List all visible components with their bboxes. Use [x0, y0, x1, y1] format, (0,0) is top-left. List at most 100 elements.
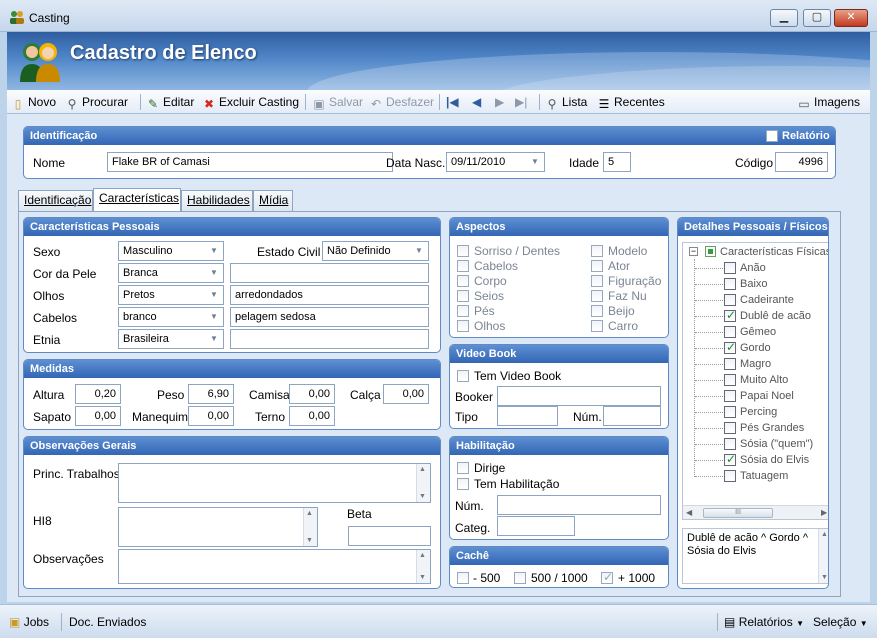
aspecto-left-5-checkbox[interactable] [457, 320, 469, 332]
idade-input[interactable]: 5 [603, 152, 631, 172]
tree-item-1-checkbox[interactable] [724, 278, 736, 290]
scroll-down-icon[interactable]: ▼ [306, 537, 313, 544]
scroll-right-icon[interactable]: ▶ [821, 508, 827, 517]
lista-button[interactable]: ⚲ Lista [545, 94, 588, 111]
princ-trabalhos-textarea[interactable]: ▲ ▼ [118, 463, 431, 503]
novo-button[interactable]: ▯ Novo [11, 94, 56, 111]
scrollbar[interactable]: ▲ ▼ [416, 464, 430, 502]
cor-pele-select[interactable]: Branca ▼ [118, 263, 224, 283]
next-record-button[interactable]: ▶ [495, 94, 504, 110]
previous-record-button[interactable]: ◀ [472, 94, 481, 110]
jobs-button[interactable]: ▣ Jobs [9, 615, 49, 629]
maximize-button[interactable]: ▢ [803, 9, 831, 27]
terno-input[interactable]: 0,00 [289, 406, 335, 426]
scroll-thumb[interactable]: III [703, 508, 773, 518]
codigo-input[interactable]: 4996 [775, 152, 828, 172]
tree-item-12-checkbox[interactable] [724, 452, 736, 466]
cache-menos-500-checkbox[interactable] [457, 572, 469, 584]
aspecto-right-4-checkbox[interactable] [591, 305, 603, 317]
tem-video-book-checkbox[interactable] [457, 370, 469, 382]
cabelos-select[interactable]: branco ▼ [118, 307, 224, 327]
cache-500-1000-checkbox[interactable] [514, 572, 526, 584]
scrollbar[interactable]: ▲ ▼ [818, 529, 828, 583]
sexo-select[interactable]: Masculino ▼ [118, 241, 224, 261]
caracteristicas-tree[interactable]: − Características Físicas ◀ III ▶ Anão Ba… [682, 242, 828, 520]
aspecto-right-1-checkbox[interactable] [591, 260, 603, 272]
observacoes-textarea[interactable]: ▲ ▼ [118, 549, 431, 584]
olhos-detail-input[interactable]: arredondados [230, 285, 429, 305]
scroll-left-icon[interactable]: ◀ [686, 508, 692, 517]
tree-item-11-checkbox[interactable] [724, 438, 736, 450]
tree-item-6-checkbox[interactable] [724, 358, 736, 370]
tree-item-0-checkbox[interactable] [724, 262, 736, 274]
scrollbar[interactable]: ▲ ▼ [416, 550, 430, 583]
tab-midia[interactable]: Mídia [253, 190, 293, 211]
scroll-up-icon[interactable]: ▲ [821, 531, 828, 538]
tab-identificacao[interactable]: Identificação [18, 190, 93, 211]
aspecto-left-4-checkbox[interactable] [457, 305, 469, 317]
tree-item-5-checkbox[interactable] [724, 340, 736, 354]
scroll-down-icon[interactable]: ▼ [821, 574, 828, 581]
dirige-checkbox[interactable] [457, 462, 469, 474]
close-button[interactable]: ✕ [834, 9, 868, 27]
selecao-menu[interactable]: Seleção ▼ [813, 615, 868, 629]
calca-input[interactable]: 0,00 [383, 384, 429, 404]
aspecto-right-0-checkbox[interactable] [591, 245, 603, 257]
relatorio-checkbox[interactable] [766, 130, 778, 142]
tree-hscrollbar[interactable]: ◀ III ▶ [683, 505, 828, 519]
data-nasc-picker[interactable]: 09/11/2010 ▼ [446, 152, 545, 172]
cor-pele-detail-input[interactable] [230, 263, 429, 283]
salvar-button[interactable]: ▣ Salvar [312, 94, 363, 111]
scroll-up-icon[interactable]: ▲ [306, 510, 313, 517]
aspecto-left-3-checkbox[interactable] [457, 290, 469, 302]
tab-caracteristicas[interactable]: Características [93, 188, 181, 211]
aspecto-left-0-checkbox[interactable] [457, 245, 469, 257]
relatorios-menu[interactable]: ▤ Relatórios ▼ [724, 615, 804, 629]
tree-item-8-checkbox[interactable] [724, 390, 736, 402]
cabelos-detail-input[interactable]: pelagem sedosa [230, 307, 429, 327]
tab-habilidades[interactable]: Habilidades [181, 190, 253, 211]
hab-num-input[interactable] [497, 495, 661, 515]
tree-item-7-checkbox[interactable] [724, 374, 736, 386]
aspecto-left-2-checkbox[interactable] [457, 275, 469, 287]
num-input[interactable] [603, 406, 661, 426]
nome-input[interactable]: Flake BR of Camasi [107, 152, 393, 172]
etnia-detail-input[interactable] [230, 329, 429, 349]
editar-button[interactable]: ✎ Editar [146, 94, 194, 111]
olhos-select[interactable]: Pretos ▼ [118, 285, 224, 305]
procurar-button[interactable]: ⚲ Procurar [65, 94, 128, 111]
tree-collapse-icon[interactable]: − [689, 247, 698, 256]
imagens-button[interactable]: ▭ Imagens [797, 94, 860, 111]
tree-item-13-checkbox[interactable] [724, 470, 736, 482]
categ-input[interactable] [497, 516, 575, 536]
aspecto-right-2-checkbox[interactable] [591, 275, 603, 287]
sapato-input[interactable]: 0,00 [75, 406, 121, 426]
tem-habilitacao-checkbox[interactable] [457, 478, 469, 490]
hi8-textarea[interactable]: ▲ ▼ [118, 507, 318, 547]
scroll-down-icon[interactable]: ▼ [419, 493, 426, 500]
minimize-button[interactable]: ▁ [770, 9, 798, 27]
scrollbar[interactable]: ▲ ▼ [303, 508, 317, 546]
tree-item-9-checkbox[interactable] [724, 406, 736, 418]
booker-input[interactable] [497, 386, 661, 406]
camisa-input[interactable]: 0,00 [289, 384, 335, 404]
altura-input[interactable]: 0,20 [75, 384, 121, 404]
beta-input[interactable] [348, 526, 431, 546]
scroll-up-icon[interactable]: ▲ [419, 466, 426, 473]
excluir-button[interactable]: ✖ Excluir Casting [202, 94, 299, 111]
aspecto-left-1-checkbox[interactable] [457, 260, 469, 272]
manequim-input[interactable]: 0,00 [188, 406, 234, 426]
last-record-button[interactable]: ▶| [515, 94, 527, 110]
doc-enviados-button[interactable]: Doc. Enviados [69, 615, 146, 629]
scroll-down-icon[interactable]: ▼ [419, 574, 426, 581]
tree-item-2-checkbox[interactable] [724, 294, 736, 306]
etnia-select[interactable]: Brasileira ▼ [118, 329, 224, 349]
cache-mais-1000-checkbox[interactable] [601, 570, 613, 584]
tree-root-checkbox[interactable] [705, 246, 716, 257]
peso-input[interactable]: 6,90 [188, 384, 234, 404]
desfazer-button[interactable]: ↶ Desfazer [369, 94, 434, 111]
recentes-button[interactable]: ☰ Recentes [597, 94, 665, 111]
estado-civil-select[interactable]: Não Definido ▼ [322, 241, 429, 261]
first-record-button[interactable]: |◀ [446, 94, 459, 110]
tree-item-4-checkbox[interactable] [724, 326, 736, 338]
